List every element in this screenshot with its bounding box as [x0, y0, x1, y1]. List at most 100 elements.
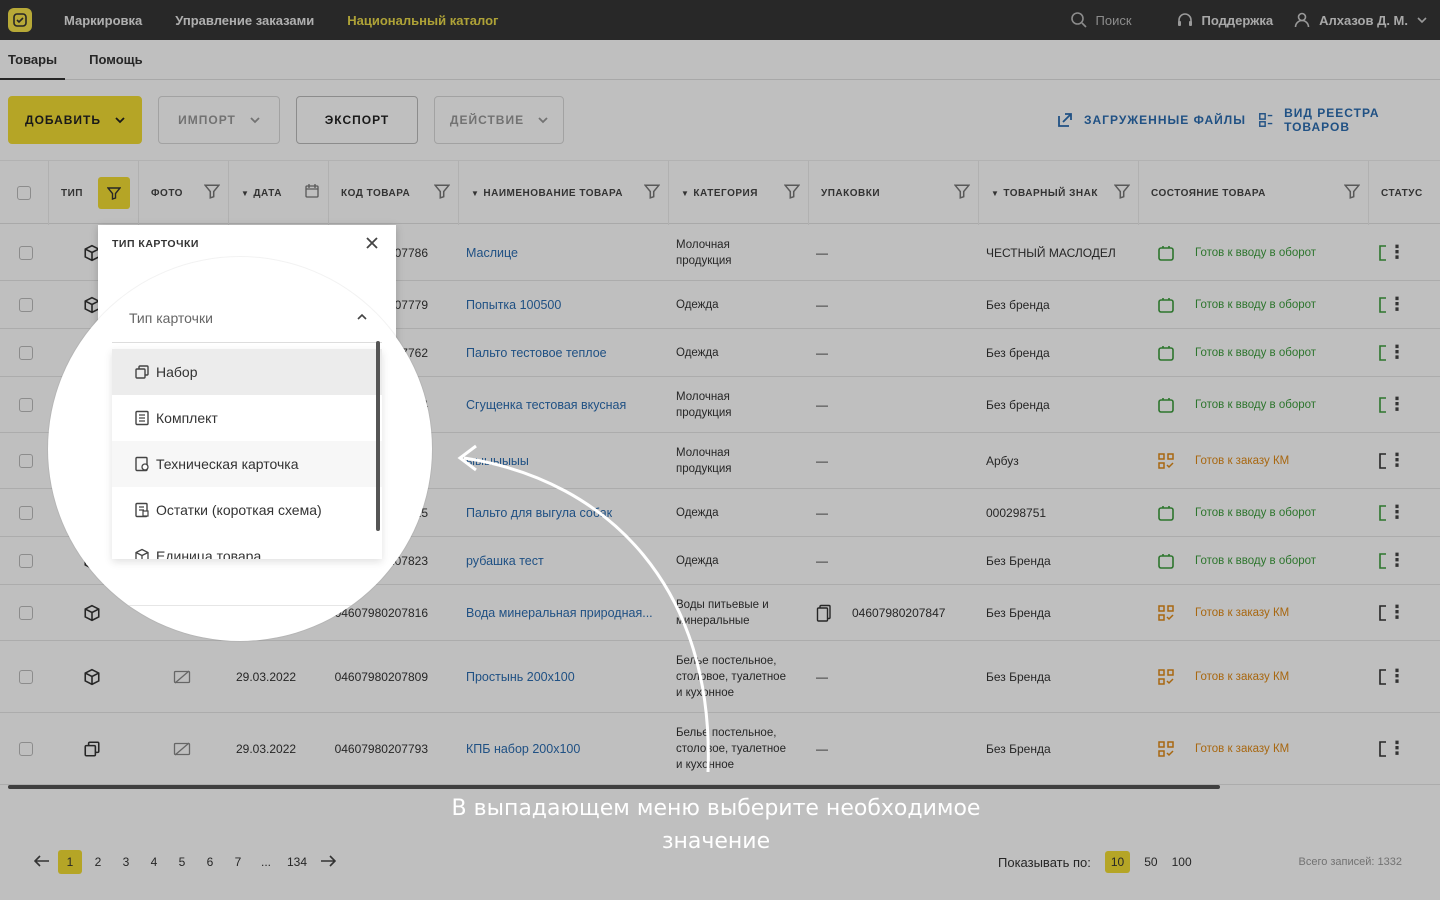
calendar-icon[interactable] — [304, 183, 320, 199]
filter-icon[interactable] — [954, 183, 970, 199]
ready-icon — [1158, 245, 1174, 261]
page-2[interactable]: 2 — [84, 855, 112, 869]
state-label: Готов к вводу в оборот — [1195, 398, 1317, 411]
row-menu-kebab-icon[interactable]: ⋮ — [1388, 377, 1406, 432]
filter-icon[interactable] — [204, 183, 220, 199]
page-size-10[interactable]: 10 — [1104, 851, 1131, 873]
page-4[interactable]: 4 — [140, 855, 168, 869]
filter-icon[interactable] — [1344, 183, 1360, 199]
page-1[interactable]: 1 — [58, 850, 82, 874]
app-logo[interactable] — [8, 8, 32, 32]
product-name-link[interactable]: Маслице — [466, 225, 662, 280]
row-checkbox[interactable] — [19, 297, 33, 312]
row-menu-kebab-icon[interactable]: ⋮ — [1388, 641, 1406, 712]
type-cell — [83, 713, 101, 784]
row-checkbox[interactable] — [19, 505, 33, 520]
import-button[interactable]: ИМПОРТ — [158, 96, 280, 144]
row-menu-kebab-icon[interactable]: ⋮ — [1388, 225, 1406, 280]
order-code-icon — [1158, 668, 1174, 685]
row-menu-kebab-icon[interactable]: ⋮ — [1388, 713, 1406, 784]
order-code-icon — [1158, 604, 1174, 621]
option-unit[interactable]: Единица товара — [112, 533, 382, 559]
row-checkbox[interactable] — [19, 553, 33, 568]
support-button[interactable]: Поддержка — [1176, 11, 1274, 29]
export-button[interactable]: ЭКСПОРТ — [296, 96, 418, 144]
support-label: Поддержка — [1201, 12, 1274, 28]
uploaded-files-button[interactable]: ЗАГРУЖЕННЫЕ ФАЙЛЫ — [1056, 96, 1246, 144]
option-technical-card[interactable]: Техническая карточка — [112, 441, 382, 487]
row-menu-kebab-icon[interactable]: ⋮ — [1388, 585, 1406, 640]
gear-document-icon — [135, 456, 149, 472]
nav-national-catalog[interactable]: Национальный каталог — [347, 13, 498, 28]
category-line: Молочная — [676, 238, 730, 251]
row-menu-kebab-icon[interactable]: ⋮ — [1388, 537, 1406, 584]
sort-icon[interactable]: ▼ — [241, 189, 249, 198]
product-name-link[interactable]: Пальто тестовое теплое — [466, 329, 662, 376]
option-kit[interactable]: Комплект — [112, 395, 382, 441]
product-name-link[interactable]: Попытка 100500 — [466, 281, 662, 328]
sort-icon[interactable]: ▼ — [681, 189, 689, 198]
row-checkbox[interactable] — [19, 397, 33, 412]
date-cell: 29.03.2022 — [236, 669, 297, 684]
horizontal-scrollbar[interactable] — [8, 785, 1220, 789]
row-checkbox[interactable] — [19, 345, 33, 360]
brand-cell: Без Бренда — [986, 741, 1051, 756]
search-button[interactable]: Поиск — [1070, 11, 1132, 29]
row-menu-kebab-icon[interactable]: ⋮ — [1388, 281, 1406, 328]
page-last[interactable]: 134 — [280, 855, 314, 869]
prev-page-arrow-icon[interactable] — [28, 854, 56, 870]
packages-cell: — — [816, 433, 828, 488]
row-checkbox[interactable] — [19, 245, 33, 260]
package-code[interactable]: 04607980207847 — [852, 606, 945, 620]
row-checkbox[interactable] — [19, 605, 33, 620]
action-button[interactable]: ДЕЙСТВИЕ — [434, 96, 564, 144]
col-status-label: СТАТУС — [1381, 187, 1423, 199]
tab-help[interactable]: Помощь — [81, 40, 150, 80]
nav-orders[interactable]: Управление заказами — [175, 13, 314, 28]
packages-cell: — — [816, 225, 828, 280]
status-cell — [1378, 537, 1388, 584]
status-document-icon — [1379, 504, 1386, 521]
option-unit-label: Единица товара — [156, 548, 262, 559]
filter-icon[interactable] — [434, 183, 450, 199]
filter-icon[interactable] — [1114, 183, 1130, 199]
page-7[interactable]: 7 — [224, 855, 252, 869]
row-checkbox[interactable] — [19, 741, 33, 756]
product-name-link[interactable]: Сгущенка тестовая вкусная — [466, 377, 662, 432]
close-icon[interactable] — [364, 235, 380, 251]
options-scrollbar[interactable] — [376, 341, 380, 531]
row-menu-kebab-icon[interactable]: ⋮ — [1388, 489, 1406, 536]
registry-view-button[interactable]: ВИД РЕЕСТРА ТОВАРОВ — [1258, 96, 1432, 144]
tab-goods[interactable]: Товары — [0, 40, 66, 80]
status-cell — [1378, 329, 1388, 376]
add-button[interactable]: ДОБАВИТЬ — [8, 96, 142, 144]
filter-icon[interactable] — [784, 183, 800, 199]
nav-marking[interactable]: Маркировка — [64, 13, 142, 28]
type-filter-button[interactable] — [98, 177, 130, 209]
row-checkbox[interactable] — [19, 453, 33, 468]
sort-icon[interactable]: ▼ — [991, 189, 999, 198]
row-menu-kebab-icon[interactable]: ⋮ — [1388, 433, 1406, 488]
packages-cell: — — [816, 713, 828, 784]
user-menu[interactable]: Алхазов Д. М. — [1293, 11, 1428, 29]
category-line: Молочная — [676, 390, 730, 403]
col-photo: ФОТО — [138, 161, 228, 225]
option-set[interactable]: Набор — [112, 349, 382, 395]
col-brand: ▼ ТОВАРНЫЙ ЗНАК — [978, 161, 1138, 225]
page-5[interactable]: 5 — [168, 855, 196, 869]
page-size-50[interactable]: 50 — [1144, 855, 1157, 869]
card-type-select[interactable]: Тип карточки — [112, 293, 382, 343]
page-6[interactable]: 6 — [196, 855, 224, 869]
sort-icon[interactable]: ▼ — [471, 189, 479, 198]
page-3[interactable]: 3 — [112, 855, 140, 869]
packages-cell: — — [816, 489, 828, 536]
next-page-arrow-icon[interactable] — [314, 854, 342, 870]
page-size-100[interactable]: 100 — [1172, 855, 1192, 869]
card-type-options: Набор Комплект Техническая карточка Оста… — [112, 349, 382, 559]
row-menu-kebab-icon[interactable]: ⋮ — [1388, 329, 1406, 376]
filter-icon[interactable] — [644, 183, 660, 199]
select-all-checkbox[interactable] — [17, 186, 31, 200]
packages-cell: — — [816, 377, 828, 432]
option-remains[interactable]: Остатки (короткая схема) — [112, 487, 382, 533]
row-checkbox[interactable] — [19, 669, 33, 684]
